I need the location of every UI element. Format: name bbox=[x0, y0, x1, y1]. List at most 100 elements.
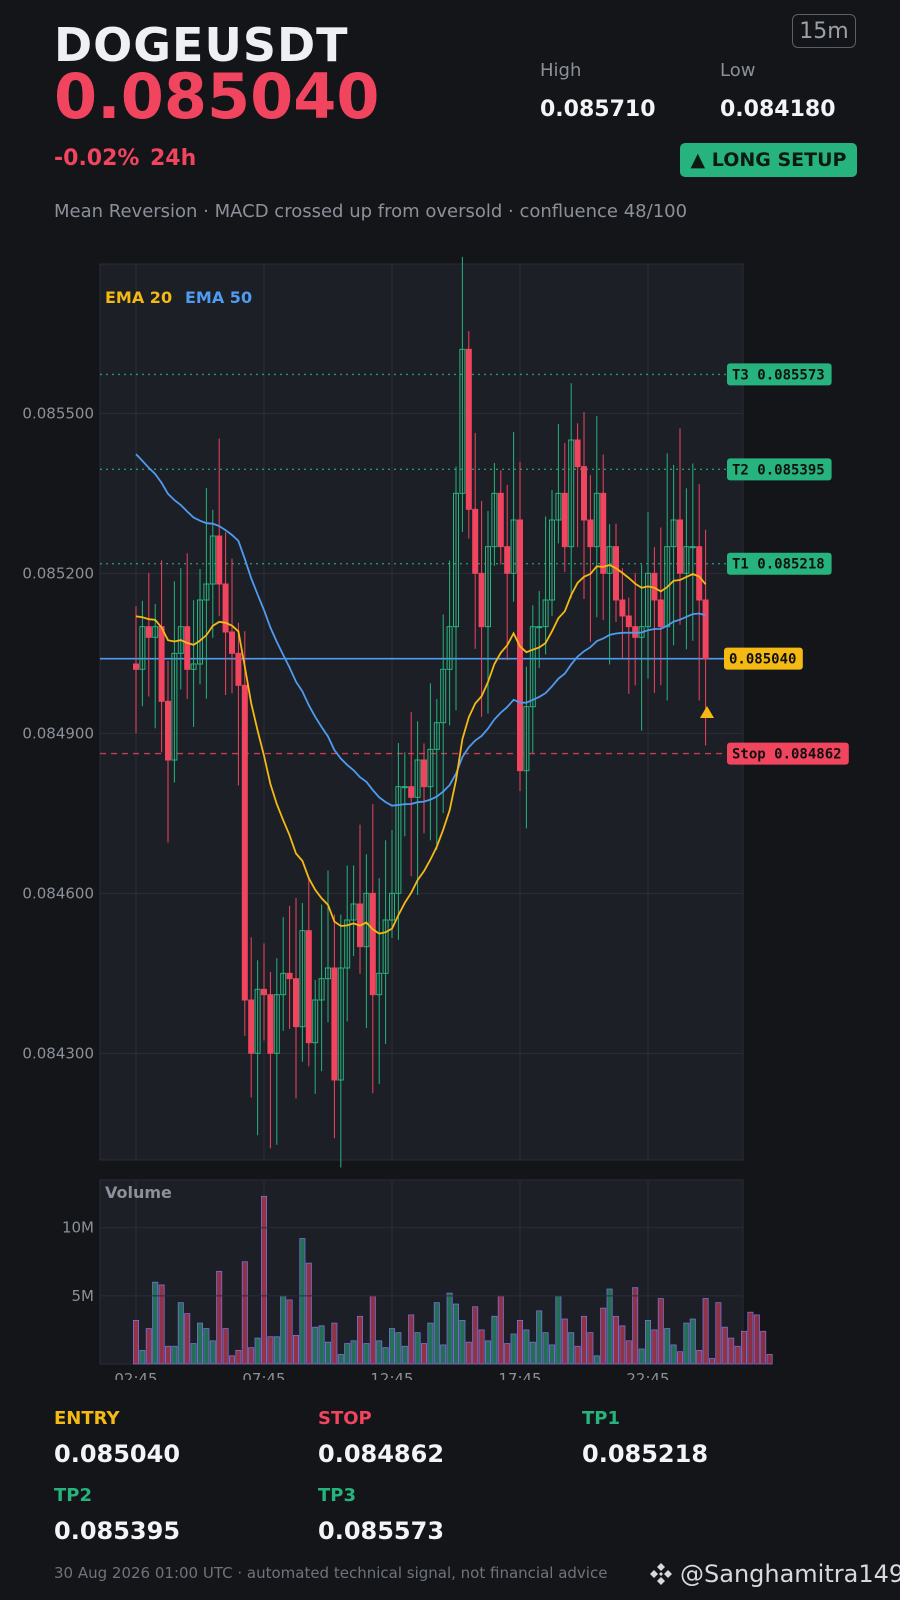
volume-bar bbox=[292, 1334, 299, 1365]
volume-bar bbox=[222, 1328, 229, 1365]
volume-bar bbox=[446, 1292, 453, 1365]
candle-body bbox=[657, 599, 664, 628]
volume-bar bbox=[651, 1329, 658, 1365]
volume-bar bbox=[132, 1319, 139, 1365]
candle-body bbox=[286, 972, 293, 980]
volume-bar bbox=[414, 1332, 421, 1365]
candle-body bbox=[421, 759, 427, 788]
volume-bar bbox=[203, 1328, 210, 1365]
candle-body bbox=[677, 519, 683, 574]
candle-body bbox=[293, 978, 299, 1028]
volume-bar bbox=[581, 1315, 588, 1365]
level-tag-label: 0.085040 bbox=[729, 652, 796, 668]
candle-body bbox=[581, 466, 587, 521]
volume-title: Volume bbox=[105, 1183, 172, 1202]
volume-bar bbox=[171, 1345, 178, 1365]
volume-bar bbox=[254, 1337, 261, 1365]
candle-body bbox=[369, 892, 376, 996]
candle-body bbox=[536, 626, 543, 629]
volume-bar bbox=[619, 1325, 626, 1365]
candle-body bbox=[561, 492, 568, 548]
candle-body bbox=[165, 700, 171, 761]
y-ticks: 0.084300 0.084600 0.084900 0.085200 0.085500 bbox=[22, 404, 94, 1062]
volume-bar bbox=[741, 1330, 748, 1365]
volume-bar bbox=[388, 1328, 395, 1365]
x-tick-label: 22:45 bbox=[626, 1370, 669, 1380]
stop-label: STOP bbox=[318, 1408, 372, 1429]
volume-bar bbox=[561, 1318, 568, 1365]
volume-bar bbox=[420, 1343, 427, 1365]
volume-bar bbox=[427, 1322, 434, 1365]
candle-body bbox=[408, 786, 415, 798]
volume-bar bbox=[305, 1262, 312, 1365]
y-tick-label: 0.084900 bbox=[22, 724, 94, 742]
volume-bar bbox=[632, 1287, 639, 1365]
volume-bar bbox=[664, 1328, 671, 1365]
volume-bar bbox=[177, 1302, 184, 1365]
volume-bar bbox=[286, 1299, 293, 1365]
volume-bar bbox=[721, 1326, 728, 1365]
tp3-label: TP3 bbox=[318, 1485, 356, 1506]
volume-bar bbox=[190, 1343, 197, 1365]
volume-bar bbox=[459, 1319, 466, 1365]
candle-body bbox=[613, 546, 619, 601]
brand-text: @Sanghamitra149 bbox=[680, 1560, 900, 1588]
candle-body bbox=[145, 626, 152, 638]
candle-body bbox=[261, 988, 267, 996]
volume-bar bbox=[568, 1332, 575, 1365]
volume-bar bbox=[248, 1347, 255, 1365]
y-tick-label: 0.084300 bbox=[22, 1044, 94, 1062]
volume-bar bbox=[696, 1349, 703, 1365]
volume-bar bbox=[331, 1322, 338, 1365]
volume-bar bbox=[267, 1336, 274, 1365]
candle-body bbox=[600, 492, 607, 574]
volume-bar bbox=[324, 1341, 331, 1365]
level-tag-label: Stop 0.084862 bbox=[732, 747, 842, 763]
x-tick-label: 02:45 bbox=[114, 1370, 157, 1380]
tp1-label: TP1 bbox=[582, 1408, 620, 1429]
volume-tick-label: 10M bbox=[62, 1219, 94, 1237]
volume-bar bbox=[209, 1340, 216, 1365]
volume-bar bbox=[344, 1343, 351, 1365]
tp2-value: 0.085395 bbox=[54, 1517, 181, 1545]
stop-value: 0.084862 bbox=[318, 1440, 445, 1468]
y-tick-label: 0.085500 bbox=[22, 404, 94, 422]
volume-bar bbox=[408, 1314, 415, 1365]
volume-bar bbox=[504, 1343, 511, 1365]
volume-bar bbox=[228, 1355, 235, 1365]
volume-bar bbox=[484, 1340, 491, 1365]
volume-bar bbox=[465, 1341, 472, 1365]
volume-bar bbox=[369, 1295, 376, 1365]
volume-bar bbox=[273, 1336, 280, 1365]
volume-bar bbox=[606, 1288, 613, 1365]
candle-body bbox=[267, 994, 274, 1054]
volume-bar bbox=[760, 1330, 767, 1365]
volume-bar bbox=[574, 1345, 581, 1365]
candle-body bbox=[222, 583, 229, 633]
footer-note: 30 Aug 2026 01:00 UTC · automated techni… bbox=[54, 1564, 608, 1582]
x-tick-label: 17:45 bbox=[498, 1370, 541, 1380]
volume-bar bbox=[702, 1298, 709, 1365]
volume-bar bbox=[152, 1281, 159, 1365]
volume-bar bbox=[715, 1302, 722, 1365]
volume-bar bbox=[158, 1284, 165, 1365]
x-ticks: 02:45 07:45 12:45 17:45 22:45 bbox=[114, 1370, 669, 1380]
candle-body bbox=[229, 631, 235, 654]
volume-bar bbox=[299, 1238, 306, 1365]
volume-bar bbox=[766, 1354, 773, 1365]
volume-bar bbox=[555, 1295, 562, 1365]
candle-body bbox=[331, 967, 338, 1081]
volume-bar bbox=[363, 1343, 370, 1365]
volume-bar bbox=[683, 1322, 690, 1365]
tp2-label: TP2 bbox=[54, 1485, 92, 1506]
candle-body bbox=[472, 508, 479, 574]
volume-bar bbox=[517, 1319, 524, 1365]
binance-logo-icon bbox=[650, 1563, 672, 1585]
price-chart: T3 0.085573 T2 0.085395 T1 0.085218 0.08504… bbox=[22, 256, 849, 1380]
volume-bar bbox=[549, 1344, 556, 1365]
candle-body bbox=[497, 492, 504, 548]
volume-bar bbox=[196, 1322, 203, 1365]
volume-bar bbox=[593, 1355, 600, 1365]
volume-bar bbox=[478, 1329, 485, 1365]
candle-body bbox=[574, 439, 581, 468]
